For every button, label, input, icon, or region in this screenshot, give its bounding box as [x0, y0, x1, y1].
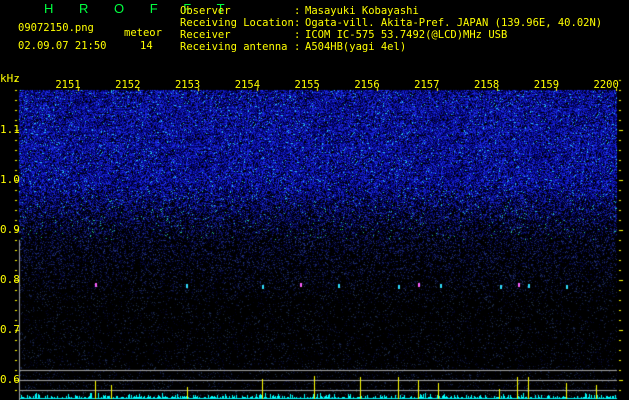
y-tick-label: 0.8: [0, 273, 20, 286]
info-value-receiver: ICOM IC-575 53.7492(@LCD)MHz USB: [305, 29, 508, 41]
info-label-location: Receiving Location: [180, 17, 294, 29]
file-name: 09072150.png: [18, 22, 94, 34]
info-label-observer: Observer: [180, 5, 231, 17]
y-unit-label: kHz: [0, 72, 20, 85]
x-tick-label: 2154: [234, 79, 261, 91]
y-tick-label: 1.0: [0, 173, 20, 186]
meteor-count: 14: [140, 40, 153, 52]
info-value-location: Ogata-vill. Akita-Pref. JAPAN (139.96E, …: [305, 17, 603, 29]
x-tick-label: 2200: [593, 79, 619, 91]
info-label-antenna: Receiving antenna: [180, 41, 288, 53]
info-value-observer: Masayuki Kobayashi: [305, 5, 419, 17]
x-tick-label: 2152: [115, 79, 141, 91]
x-tick-label: 2157: [414, 79, 440, 91]
y-tick-label: 0.9: [0, 223, 20, 236]
x-tick-label: 2158: [473, 79, 500, 91]
y-tick-label: 1.1: [0, 123, 20, 136]
x-tick-label: 2159: [533, 79, 560, 91]
meteor-label: meteor: [124, 27, 162, 39]
x-tick-label: 2155: [294, 79, 320, 91]
y-tick-label: 0.7: [0, 323, 20, 336]
y-tick-label: 0.6: [0, 373, 20, 386]
x-tick-label: 2151: [55, 79, 81, 91]
x-tick-label: 2153: [174, 79, 201, 91]
file-datetime: 02.09.07 21:50: [18, 40, 107, 52]
info-value-antenna: A504HB(yagi 4el): [305, 41, 407, 53]
info-colon: :: [294, 5, 301, 17]
info-colon: :: [294, 29, 301, 41]
info-colon: :: [294, 41, 301, 53]
x-tick-label: 2156: [354, 79, 380, 91]
info-colon: :: [294, 17, 301, 29]
spectrogram: [0, 0, 629, 400]
info-label-receiver: Receiver: [180, 29, 231, 41]
